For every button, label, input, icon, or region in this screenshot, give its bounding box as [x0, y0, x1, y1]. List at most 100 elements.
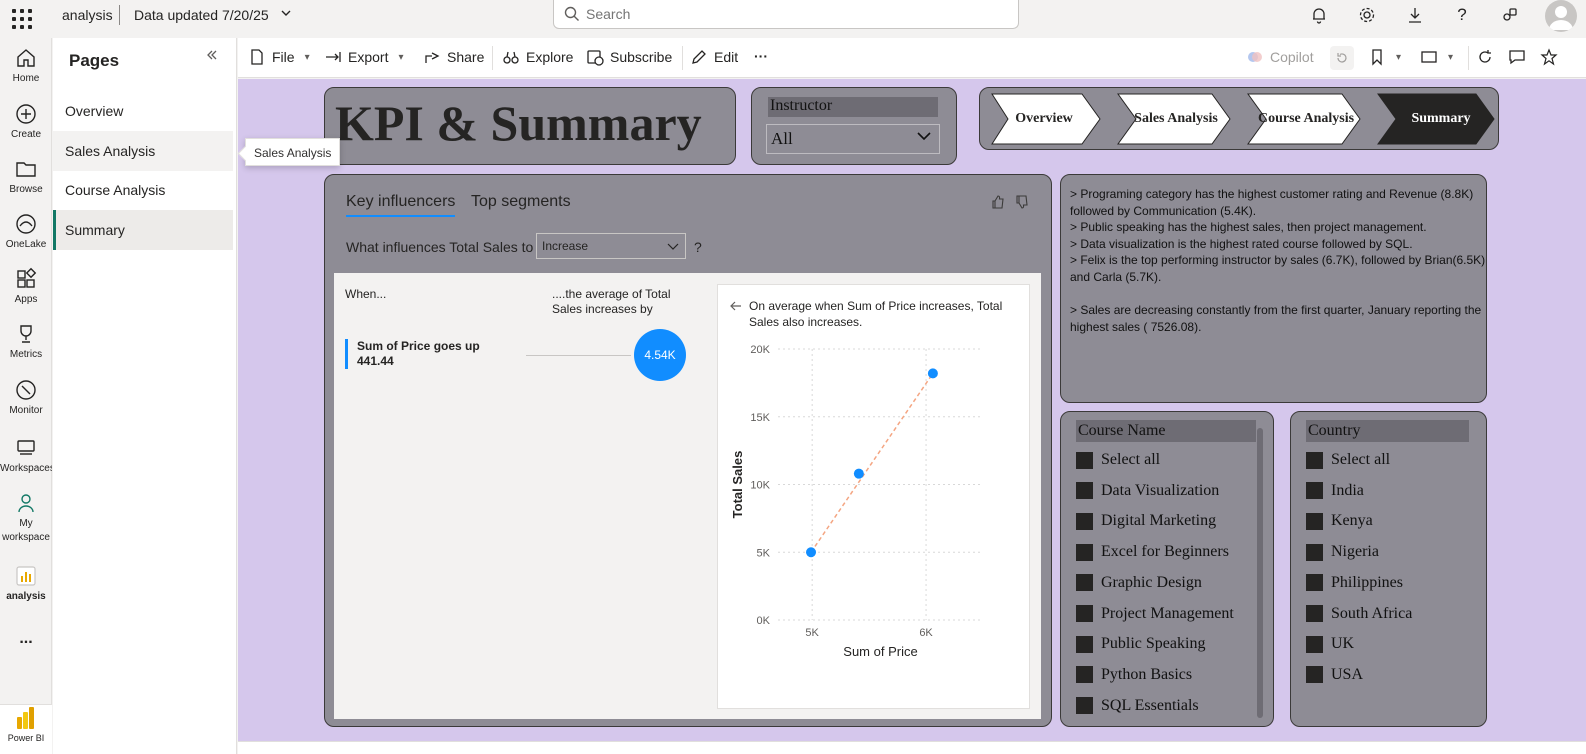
rail-workspaces[interactable]: Workspaces: [0, 436, 52, 475]
share-button[interactable]: Share: [423, 48, 484, 66]
course-slicer-item[interactable]: Digital Marketing: [1076, 509, 1216, 533]
checkbox[interactable]: [1306, 512, 1323, 530]
rail-create[interactable]: Create: [0, 102, 52, 141]
course-slicer-scrollbar[interactable]: [1257, 428, 1263, 718]
pencil-icon: [692, 50, 706, 64]
download-icon[interactable]: [1404, 4, 1426, 26]
rail-onelake[interactable]: OneLake: [0, 212, 52, 251]
country-slicer-item[interactable]: Select all: [1306, 448, 1390, 472]
edit-button[interactable]: Edit: [690, 48, 738, 66]
nav-button-summary[interactable]: Summary: [1376, 93, 1496, 145]
nav-button-sales-analysis[interactable]: Sales Analysis: [1116, 93, 1232, 145]
checkbox[interactable]: [1306, 482, 1323, 500]
checkbox[interactable]: [1076, 666, 1093, 684]
help-icon[interactable]: ?: [1451, 4, 1473, 26]
search-box[interactable]: [553, 0, 1019, 29]
country-slicer-item[interactable]: India: [1306, 479, 1364, 503]
rail-more-icon[interactable]: ...: [0, 630, 52, 648]
course-slicer-item[interactable]: Python Basics: [1076, 663, 1192, 687]
course-slicer-item-label: Graphic Design: [1101, 573, 1202, 591]
workspace-name[interactable]: analysis: [62, 7, 113, 23]
rail-home[interactable]: Home: [0, 46, 52, 85]
subscribe-button[interactable]: Subscribe: [586, 48, 672, 66]
chevron-down-icon: ▾: [398, 51, 404, 63]
more-options-icon[interactable]: ···: [754, 48, 768, 64]
chevron-down-icon: [917, 132, 931, 141]
country-slicer-item[interactable]: Nigeria: [1306, 540, 1379, 564]
nav-button-overview[interactable]: Overview: [986, 93, 1102, 145]
gear-icon[interactable]: [1356, 4, 1378, 26]
course-slicer-item[interactable]: Excel for Beginners: [1076, 540, 1229, 564]
ki-direction-dropdown[interactable]: Increase: [536, 233, 686, 259]
checkbox[interactable]: [1306, 666, 1323, 684]
checkbox[interactable]: [1076, 574, 1093, 592]
checkbox[interactable]: [1076, 605, 1093, 622]
course-slicer-item[interactable]: SQL Essentials: [1076, 694, 1199, 718]
collapse-pane-icon[interactable]: [205, 48, 219, 67]
reset-icon[interactable]: [1330, 46, 1354, 70]
rail-browse[interactable]: Browse: [0, 157, 52, 196]
export-menu[interactable]: Export ▾: [324, 48, 404, 66]
course-slicer-item[interactable]: Project Management: [1076, 602, 1234, 626]
rail-apps[interactable]: Apps: [0, 267, 52, 306]
checkbox[interactable]: [1306, 543, 1323, 561]
file-menu[interactable]: File ▾: [248, 48, 310, 66]
bookmark-icon[interactable]: ▾: [1368, 48, 1401, 66]
checkbox[interactable]: [1076, 543, 1093, 561]
checkbox[interactable]: [1076, 451, 1093, 469]
explore-button[interactable]: Explore: [502, 48, 573, 66]
refresh-icon[interactable]: [1476, 48, 1494, 66]
chevron-down-icon[interactable]: [280, 7, 292, 22]
avatar[interactable]: [1545, 0, 1577, 32]
instructor-dropdown[interactable]: All: [766, 124, 940, 154]
ki-detail-panel: On average when Sum of Price increases, …: [717, 284, 1030, 709]
tab-top-segments[interactable]: Top segments: [471, 193, 571, 211]
ki-factor-item[interactable]: Sum of Price goes up 441.44: [345, 339, 505, 369]
checkbox[interactable]: [1306, 635, 1323, 653]
course-slicer-item-label: SQL Essentials: [1101, 696, 1199, 714]
ki-effect-bubble[interactable]: 4.54K: [634, 329, 686, 381]
share-feedback-icon[interactable]: [1499, 4, 1521, 26]
checkbox[interactable]: [1076, 512, 1093, 530]
bell-icon[interactable]: [1308, 4, 1330, 26]
course-slicer-item[interactable]: Public Speaking: [1076, 632, 1205, 656]
thumbs-down-icon[interactable]: [1015, 195, 1029, 214]
country-slicer-item[interactable]: South Africa: [1306, 602, 1412, 626]
checkbox[interactable]: [1076, 635, 1093, 653]
tab-key-influencers[interactable]: Key influencers: [346, 193, 456, 217]
rail-monitor[interactable]: Monitor: [0, 378, 52, 417]
search-input[interactable]: [586, 4, 986, 24]
rail-metrics[interactable]: Metrics: [0, 322, 52, 361]
checkbox[interactable]: [1306, 574, 1323, 592]
thumbs-up-icon[interactable]: [991, 195, 1005, 214]
course-slicer-item[interactable]: Graphic Design: [1076, 571, 1202, 595]
back-arrow-icon[interactable]: [730, 299, 742, 315]
course-slicer-item[interactable]: Data Visualization: [1076, 479, 1219, 503]
app-launcher-icon[interactable]: [10, 7, 32, 29]
rail-my-workspace[interactable]: My workspace: [0, 491, 52, 545]
view-icon[interactable]: ▾: [1420, 48, 1453, 66]
page-item-overview[interactable]: Overview: [53, 91, 233, 131]
comment-icon[interactable]: [1508, 48, 1526, 66]
checkbox[interactable]: [1076, 697, 1093, 715]
country-slicer-item[interactable]: USA: [1306, 663, 1363, 687]
checkbox[interactable]: [1306, 451, 1323, 469]
instructor-dropdown-value: All: [771, 129, 793, 148]
checkbox[interactable]: [1306, 605, 1323, 622]
page-item-sales-analysis[interactable]: Sales Analysis: [53, 131, 233, 171]
copilot-button[interactable]: Copilot: [1246, 48, 1314, 66]
country-slicer-item[interactable]: Kenya: [1306, 509, 1373, 533]
y-tick-label: 5K: [757, 547, 771, 559]
rail-analysis[interactable]: analysis: [0, 564, 52, 603]
favorite-star-icon[interactable]: [1540, 48, 1558, 66]
report-icon: [16, 566, 36, 586]
course-slicer-item[interactable]: Select all: [1076, 448, 1160, 472]
country-slicer-item[interactable]: UK: [1306, 632, 1354, 656]
page-item-summary[interactable]: Summary: [53, 210, 233, 250]
toolbar-divider: [1468, 46, 1469, 70]
country-slicer-item[interactable]: Philippines: [1306, 571, 1403, 595]
page-item-course-analysis[interactable]: Course Analysis: [53, 170, 233, 210]
checkbox[interactable]: [1076, 482, 1093, 500]
nav-button-course-analysis[interactable]: Course Analysis: [1246, 93, 1362, 145]
data-updated-label[interactable]: Data updated 7/20/25: [134, 7, 269, 23]
